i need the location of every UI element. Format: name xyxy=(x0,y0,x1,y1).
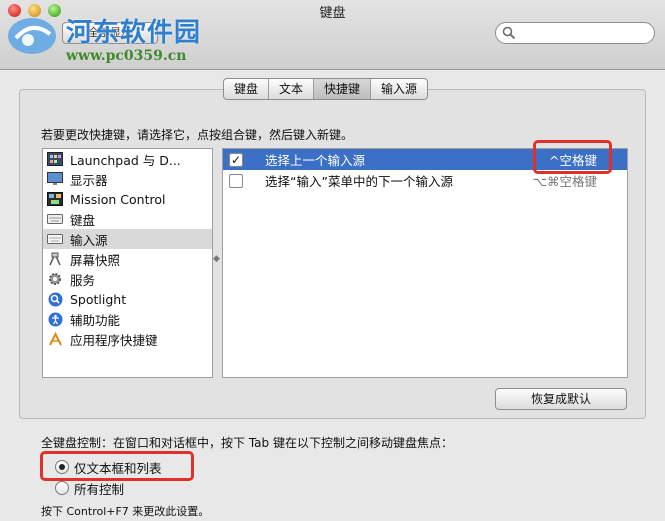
keyboard-icon xyxy=(46,211,64,227)
watermark-site-name: 河东软件园 xyxy=(66,18,202,48)
shortcut-enabled-checkbox[interactable] xyxy=(229,173,243,188)
radio-button[interactable] xyxy=(55,481,69,495)
category-item-launchpad[interactable]: Launchpad 与 D... xyxy=(43,149,212,169)
category-label: Spotlight xyxy=(70,291,127,307)
mission-control-icon xyxy=(46,191,64,207)
watermark-url: www.pc0359.cn xyxy=(66,48,187,64)
window-toolbar: 键盘 全部显示 河东软件园 www.pc0359.cn xyxy=(0,0,665,70)
highlight-annotation-radio xyxy=(40,451,194,481)
keyboard-control-hint: 按下 Control+F7 来更改此设置。 xyxy=(41,505,210,518)
tab-keyboard[interactable]: 键盘 xyxy=(224,79,270,99)
highlight-annotation-shortcut xyxy=(533,140,612,174)
tab-shortcuts[interactable]: 快捷键 xyxy=(314,79,372,99)
category-label: 应用程序快捷键 xyxy=(70,332,158,348)
category-item-app-shortcuts[interactable]: 应用程序快捷键 xyxy=(43,329,212,349)
category-label: 辅助功能 xyxy=(70,312,121,328)
spotlight-icon xyxy=(46,291,64,307)
category-item-screenshots[interactable]: 屏幕快照 xyxy=(43,249,212,269)
list-splitter-handle[interactable]: ◆ xyxy=(213,254,220,264)
category-label: 键盘 xyxy=(70,212,96,228)
search-field[interactable] xyxy=(495,22,655,44)
input-source-icon xyxy=(46,231,64,247)
watermark-logo-icon xyxy=(8,18,56,54)
accessibility-icon xyxy=(46,311,64,327)
shortcut-category-list[interactable]: Launchpad 与 D... 显示器 Mission Control 键盘 … xyxy=(42,148,213,378)
shortcut-enabled-checkbox[interactable]: ✓ xyxy=(229,152,243,167)
category-item-keyboard[interactable]: 键盘 xyxy=(43,209,212,229)
tab-text[interactable]: 文本 xyxy=(269,79,315,99)
full-keyboard-access-label: 全键盘控制：在窗口和对话框中，按下 Tab 键在以下控制之间移动键盘焦点： xyxy=(41,436,453,450)
category-item-spotlight[interactable]: Spotlight xyxy=(43,289,212,309)
app-shortcuts-icon xyxy=(46,331,64,347)
search-icon xyxy=(502,26,516,40)
category-label: 显示器 xyxy=(70,172,108,188)
restore-defaults-button[interactable]: 恢复成默认 xyxy=(495,388,627,410)
shortcut-list[interactable]: ✓ 选择上一个输入源 ^空格键 选择“输入”菜单中的下一个输入源 ⌥⌘空格键 xyxy=(222,148,628,378)
category-label: 服务 xyxy=(70,272,96,288)
category-item-mission-control[interactable]: Mission Control xyxy=(43,189,212,209)
category-item-accessibility[interactable]: 辅助功能 xyxy=(43,309,212,329)
shortcut-label: 选择上一个输入源 xyxy=(265,153,366,168)
category-item-display[interactable]: 显示器 xyxy=(43,169,212,189)
category-label: 输入源 xyxy=(70,232,108,248)
launchpad-icon xyxy=(46,151,64,167)
tab-bar: 键盘 文本 快捷键 输入源 xyxy=(223,78,429,100)
screenshot-icon xyxy=(46,251,64,267)
shortcut-label: 选择“输入”菜单中的下一个输入源 xyxy=(265,174,453,189)
category-label: Mission Control xyxy=(70,191,166,207)
services-gear-icon xyxy=(46,271,64,287)
radio-all-controls[interactable]: 所有控制 xyxy=(55,479,124,497)
display-icon xyxy=(46,171,64,187)
category-item-input-sources[interactable]: 输入源 xyxy=(43,229,212,249)
category-label: 屏幕快照 xyxy=(70,252,121,268)
shortcuts-instruction: 若要更改快捷键，请选择它，点按组合键，然后键入新键。 xyxy=(41,128,354,142)
radio-label: 所有控制 xyxy=(74,481,125,497)
category-item-services[interactable]: 服务 xyxy=(43,269,212,289)
tab-input-sources[interactable]: 输入源 xyxy=(371,79,427,99)
category-label: Launchpad 与 D... xyxy=(70,152,181,168)
